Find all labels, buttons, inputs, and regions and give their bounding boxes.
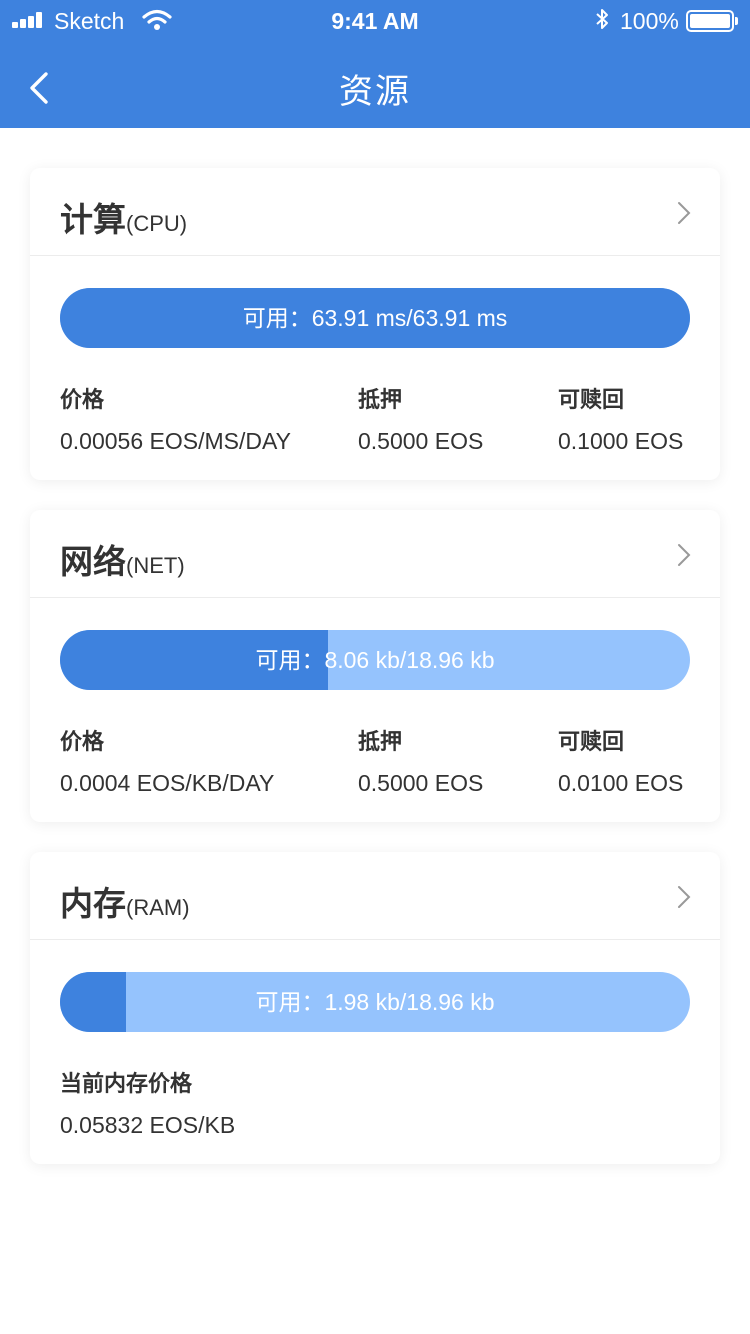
ram-card-header[interactable]: 内存(RAM) <box>30 852 720 940</box>
cpu-stake: 抵押 0.5000 EOS <box>358 382 483 455</box>
ram-title: 内存(RAM) <box>60 885 190 922</box>
net-card-header[interactable]: 网络(NET) <box>30 510 720 598</box>
stat-label: 当前内存价格 <box>60 1071 193 1096</box>
stat-label: 可赎回 <box>558 387 625 412</box>
stat-label: 可赎回 <box>558 729 625 754</box>
stat-value: 0.5000 EOS <box>358 770 484 796</box>
cpu-refundable: 可赎回 0.1000 EOS <box>558 382 683 455</box>
stat-value: 0.0004 EOS/KB/DAY <box>60 770 275 796</box>
cpu-title: 计算(CPU) <box>60 201 188 238</box>
stat-label: 价格 <box>60 387 105 412</box>
ram-usage-label: 可用：1.98 kb/18.96 kb <box>255 989 495 1015</box>
chevron-right-icon <box>678 886 691 908</box>
net-title-sub: (NET) <box>126 553 185 578</box>
stat-label: 抵押 <box>358 387 403 412</box>
cpu-title-sub: (CPU) <box>126 211 188 236</box>
net-price: 价格 0.0004 EOS/KB/DAY <box>60 724 274 797</box>
cpu-usage-bar: 可用：63.91 ms/63.91 ms <box>60 288 690 348</box>
stat-label: 抵押 <box>358 729 403 754</box>
stat-value: 0.00056 EOS/MS/DAY <box>60 428 291 454</box>
stat-value: 0.5000 EOS <box>358 428 484 454</box>
ram-price: 当前内存价格 0.05832 EOS/KB <box>60 1066 235 1139</box>
status-bar: Sketch 9:41 AM 100% <box>0 0 750 40</box>
battery-icon <box>686 10 738 32</box>
battery-percent: 100% <box>620 8 679 34</box>
ram-usage-bar: 可用：1.98 kb/18.96 kb <box>60 972 690 1032</box>
cpu-usage-label: 可用：63.91 ms/63.91 ms <box>242 305 508 331</box>
bluetooth-icon <box>596 9 608 29</box>
cpu-card-header[interactable]: 计算(CPU) <box>30 168 720 256</box>
cpu-price: 价格 0.00056 EOS/MS/DAY <box>60 382 291 455</box>
net-card: 网络(NET) 可用：8.06 kb/18.96 kb 价格 0.0004 EO… <box>30 510 720 822</box>
page-title: 资源 <box>339 73 411 111</box>
net-usage-bar: 可用：8.06 kb/18.96 kb <box>60 630 690 690</box>
stat-label: 价格 <box>60 729 105 754</box>
ram-title-sub: (RAM) <box>126 895 190 920</box>
cpu-card: 计算(CPU) 可用：63.91 ms/63.91 ms 价格 0.00056 … <box>30 168 720 480</box>
net-refundable: 可赎回 0.0100 EOS <box>558 724 683 797</box>
stat-value: 0.0100 EOS <box>558 770 684 796</box>
stat-value: 0.1000 EOS <box>558 428 684 454</box>
ram-card: 内存(RAM) 可用：1.98 kb/18.96 kb 当前内存价格 0.058… <box>30 852 720 1164</box>
stat-value: 0.05832 EOS/KB <box>60 1112 236 1138</box>
net-title: 网络(NET) <box>60 543 185 580</box>
chevron-right-icon <box>678 202 691 224</box>
net-stake: 抵押 0.5000 EOS <box>358 724 483 797</box>
nav-bar: Sketch 9:41 AM 100% 资源 <box>0 0 750 128</box>
chevron-right-icon <box>678 544 691 566</box>
net-usage-label: 可用：8.06 kb/18.96 kb <box>255 647 495 673</box>
